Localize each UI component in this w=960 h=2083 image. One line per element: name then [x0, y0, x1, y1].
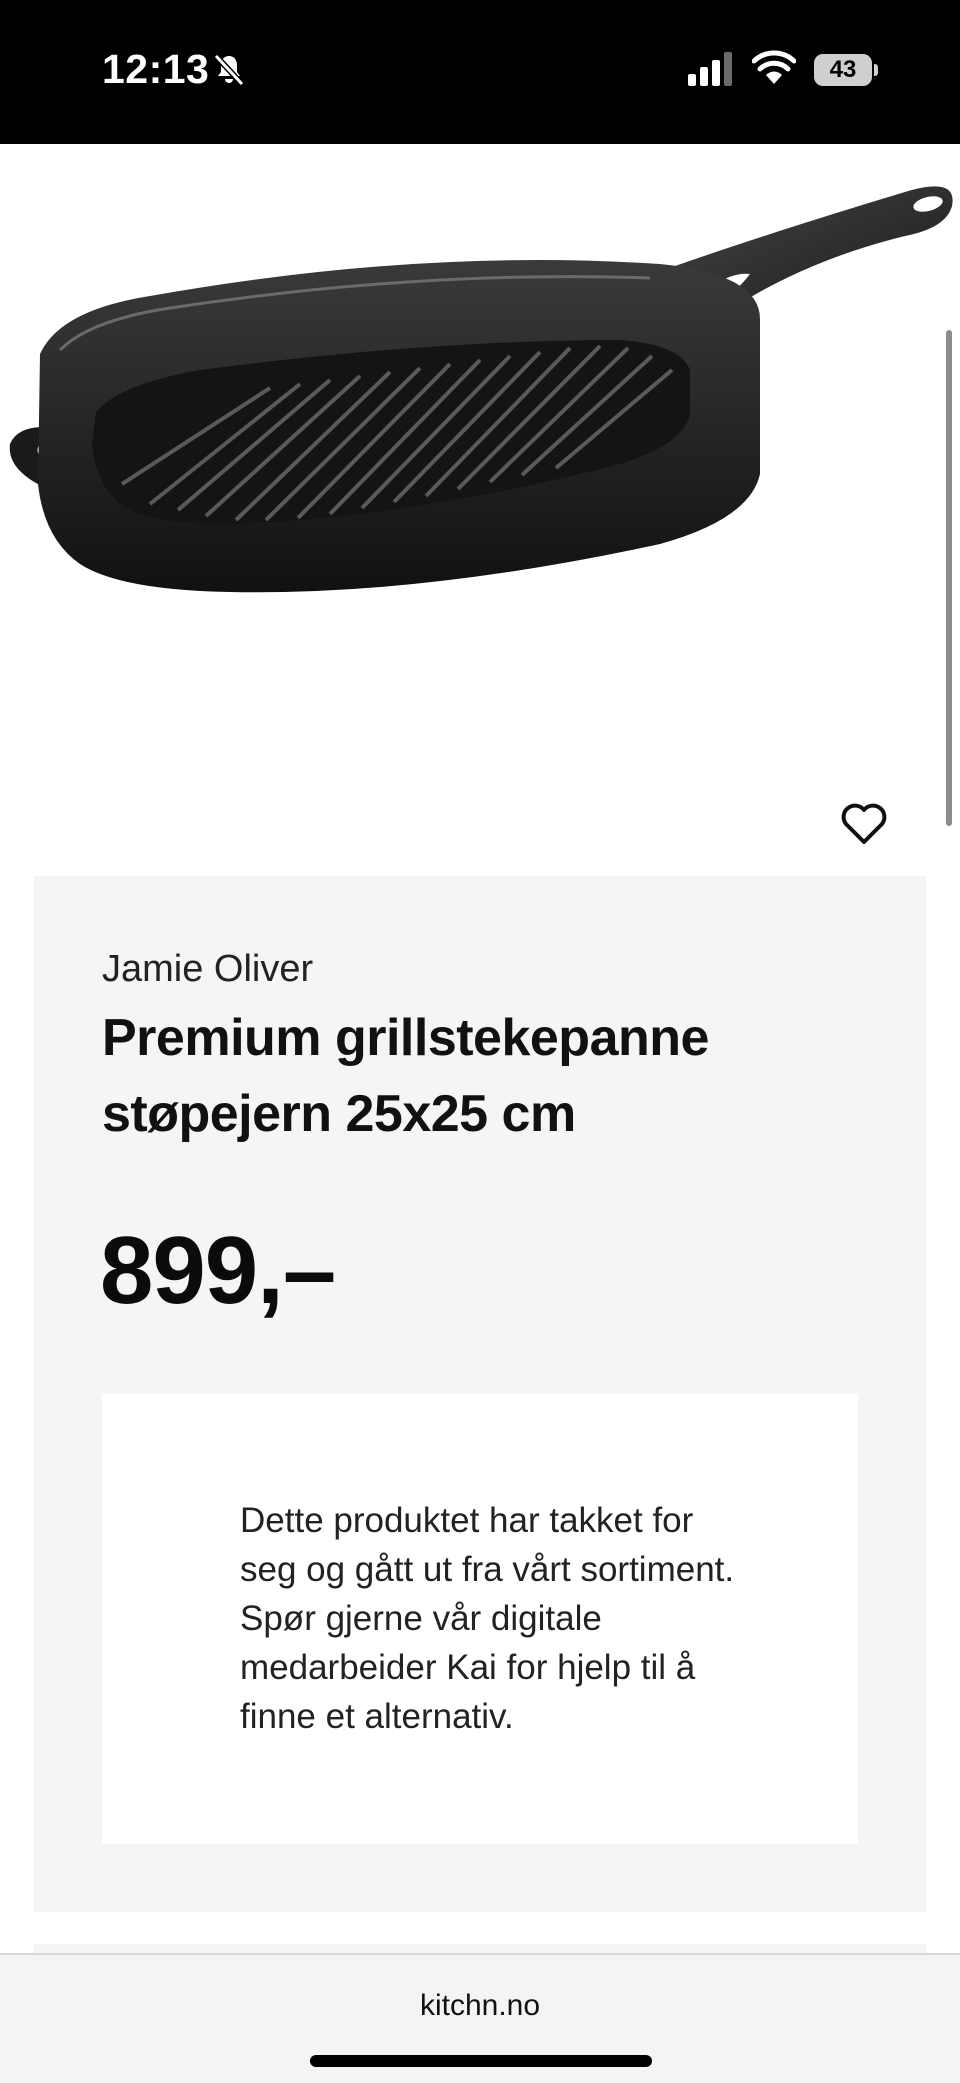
home-indicator[interactable]	[310, 2055, 652, 2067]
battery-icon: 43	[814, 54, 878, 86]
discontinued-notice: Dette produktet har takket for seg og gå…	[102, 1394, 858, 1844]
scrollbar[interactable]	[946, 330, 952, 826]
status-time: 12:13	[102, 46, 210, 92]
grill-pan-image	[9, 186, 953, 593]
cellular-signal-icon	[688, 52, 732, 86]
heart-outline-icon	[841, 803, 887, 844]
product-price: 899,–	[100, 1217, 336, 1324]
product-brand[interactable]: Jamie Oliver	[102, 948, 313, 991]
bell-slash-icon	[213, 53, 245, 87]
product-title: Premium grillstekepanne støpejern 25x25 …	[102, 1009, 709, 1143]
url-text[interactable]: kitchn.no	[0, 1989, 960, 2023]
product-info-card: Jamie Oliver Premium grillstekepanne stø…	[34, 876, 926, 1912]
favorite-button[interactable]	[836, 796, 892, 852]
discontinued-notice-text: Dette produktet har takket for seg og gå…	[240, 1501, 735, 1736]
wifi-icon	[752, 50, 796, 84]
battery-level: 43	[814, 54, 872, 86]
browser-address-bar[interactable]: kitchn.no	[0, 1953, 960, 2083]
status-bar: 12:13 43	[0, 0, 960, 144]
